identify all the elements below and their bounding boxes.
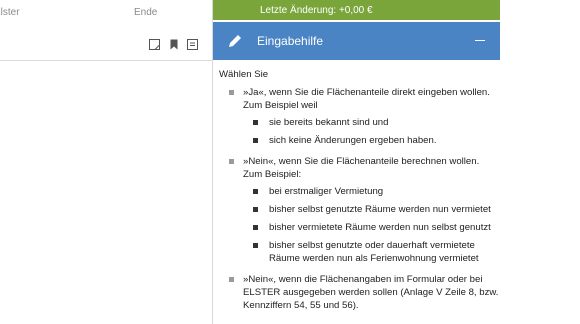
collapse-icon[interactable] <box>475 40 485 41</box>
help-list-item: »Ja«, wenn Sie die Flächenanteile direkt… <box>219 86 499 147</box>
bullet-icon <box>229 277 234 282</box>
help-subitem: bisher selbst genutzte Räume werden nun … <box>243 203 499 216</box>
help-item-text: »Nein«, wenn die Flächenangaben im Formu… <box>243 274 499 311</box>
bullet-icon <box>253 243 258 248</box>
help-subitem: sie bereits bekannt sind und <box>243 116 499 129</box>
bullet-icon <box>253 189 258 194</box>
change-status-bar: Letzte Änderung: +0,00 € <box>213 0 501 20</box>
divider <box>0 60 212 61</box>
toolbar <box>148 38 199 51</box>
page-margin <box>500 0 580 324</box>
help-list-item: »Nein«, wenn die Flächenangaben im Formu… <box>219 273 499 312</box>
help-subitem-text: bei erstmaliger Vermietung <box>269 186 384 197</box>
bookmark-icon[interactable] <box>167 38 180 51</box>
help-title: Eingabehilfe <box>257 34 324 48</box>
help-subitem-text: bisher selbst genutzte Räume werden nun … <box>269 204 491 215</box>
help-item-text: »Nein«, wenn Sie die Flächenanteile bere… <box>243 156 480 180</box>
help-list-item: »Nein«, wenn Sie die Flächenanteile bere… <box>219 155 499 265</box>
bullet-icon <box>253 225 258 230</box>
left-panel: Elster Ende <box>0 0 212 324</box>
nav-ende[interactable]: Ende <box>134 7 157 18</box>
help-subitem: bisher vermietete Räume werden nun selbs… <box>243 221 499 234</box>
bullet-icon <box>253 138 258 143</box>
bullet-icon <box>253 207 258 212</box>
nav-elster[interactable]: Elster <box>0 7 20 18</box>
help-intro: Wählen Sie <box>219 69 269 80</box>
help-subitem-text: bisher selbst genutzte oder dauerhaft ve… <box>269 240 479 264</box>
help-sublist: bei erstmaliger Vermietung bisher selbst … <box>243 185 499 265</box>
help-header[interactable]: Eingabehilfe <box>213 22 501 60</box>
help-subitem: bei erstmaliger Vermietung <box>243 185 499 198</box>
help-subitem-text: sich keine Änderungen ergeben haben. <box>269 135 437 146</box>
help-subitem-text: sie bereits bekannt sind und <box>269 117 389 128</box>
help-subitem: bisher selbst genutzte oder dauerhaft ve… <box>243 239 499 265</box>
help-subitem-text: bisher vermietete Räume werden nun selbs… <box>269 222 491 233</box>
help-subitem: sich keine Änderungen ergeben haben. <box>243 134 499 147</box>
help-panel: Letzte Änderung: +0,00 € Eingabehilfe Wä… <box>212 0 501 324</box>
bullet-icon <box>229 159 234 164</box>
note-icon[interactable] <box>148 38 161 51</box>
bullet-icon <box>229 90 234 95</box>
bullet-icon <box>253 120 258 125</box>
pencil-icon <box>229 35 241 47</box>
help-content: Wählen Sie »Ja«, wenn Sie die Flächenant… <box>219 68 499 320</box>
change-status-text: Letzte Änderung: +0,00 € <box>260 4 373 16</box>
help-sublist: sie bereits bekannt sind und sich keine Ä… <box>243 116 499 147</box>
list-icon[interactable] <box>186 38 199 51</box>
help-item-text: »Ja«, wenn Sie die Flächenanteile direkt… <box>243 87 490 111</box>
